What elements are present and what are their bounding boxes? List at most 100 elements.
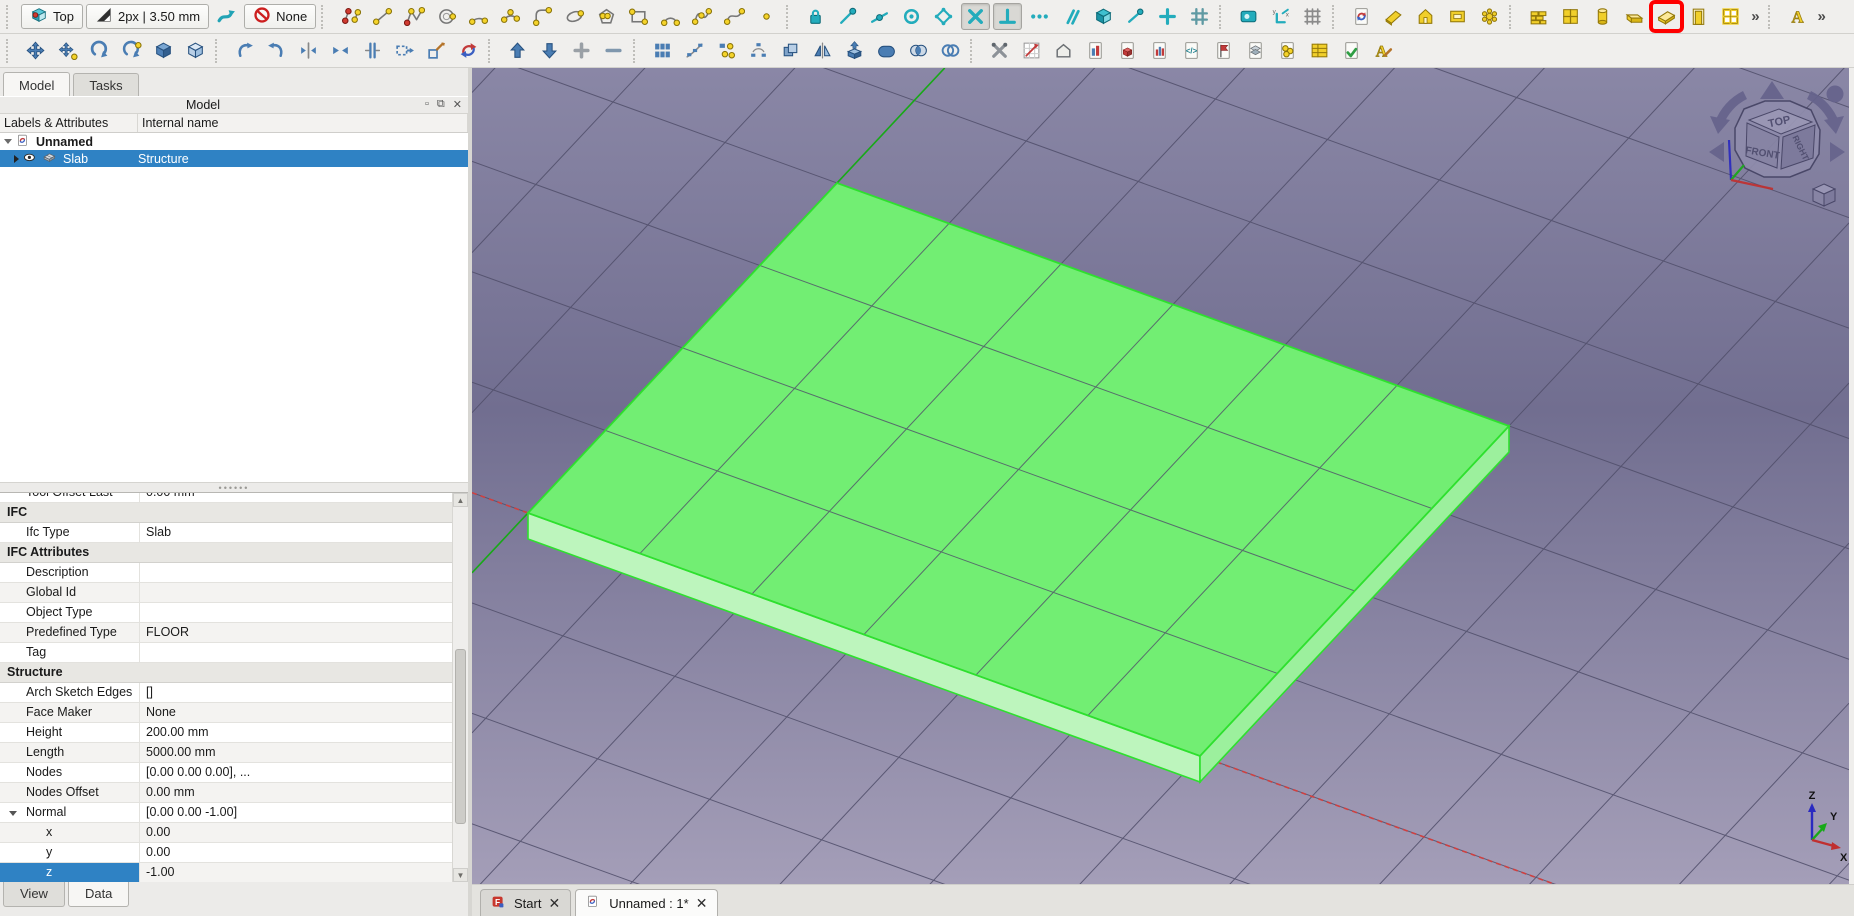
bim-report-icon[interactable] — [1145, 37, 1174, 64]
property-label[interactable]: Nodes Offset — [0, 783, 140, 802]
navcube-circle-icon[interactable] — [1827, 86, 1844, 103]
properties-scrollbar[interactable]: ▲ ▼ — [452, 493, 468, 882]
property-row-length[interactable]: Length5000.00 mm — [0, 743, 452, 763]
polar-array-icon[interactable] — [744, 37, 773, 64]
dock-minimize-icon[interactable]: ▫ — [425, 98, 429, 111]
property-label[interactable]: Global Id — [0, 583, 140, 602]
arch-door-icon[interactable] — [1684, 3, 1713, 30]
draft-fillet-icon[interactable] — [528, 3, 557, 30]
bim-schedule-icon[interactable] — [1305, 37, 1334, 64]
property-group-ifc-attributes[interactable]: IFC Attributes — [0, 543, 452, 563]
property-row-tool-offset-last[interactable]: Tool Offset Last0.00 mm — [0, 492, 452, 503]
expander-icon[interactable] — [9, 811, 17, 816]
snap-extension-icon[interactable] — [1025, 3, 1054, 30]
property-label[interactable]: Tag — [0, 643, 140, 662]
draft-bspline-icon[interactable] — [688, 3, 717, 30]
tree-item-document[interactable]: Unnamed — [0, 133, 468, 150]
property-row-arch-sketch-edges[interactable]: Arch Sketch Edges[] — [0, 683, 452, 703]
arch-site-icon[interactable] — [1475, 3, 1504, 30]
property-row-global-id[interactable]: Global Id — [0, 583, 452, 603]
dock-close-icon[interactable]: ✕ — [453, 98, 462, 111]
arch-curtain-wall-icon[interactable] — [1556, 3, 1585, 30]
point-array-icon[interactable] — [712, 37, 741, 64]
model-tree[interactable]: Unnamed Slab Structure — [0, 133, 468, 482]
property-value[interactable]: Slab — [140, 523, 452, 542]
draft-subrotate-icon[interactable] — [117, 37, 146, 64]
property-value[interactable]: [0.00 0.00 -1.00] — [140, 803, 452, 822]
arch-level-icon[interactable] — [1443, 3, 1472, 30]
draft-offset-icon[interactable] — [230, 37, 259, 64]
property-group-ifc[interactable]: IFC — [0, 503, 452, 523]
visibility-eye-icon[interactable] — [23, 151, 39, 167]
tab-start[interactable]: F Start ✕ — [480, 889, 571, 916]
scrollbar-thumb[interactable] — [455, 649, 466, 824]
close-icon[interactable]: ✕ — [696, 895, 708, 912]
3d-viewport[interactable]: TOP FRONT RIGHT Z Y X — [472, 68, 1854, 884]
union-icon[interactable] — [872, 37, 901, 64]
toolbar-extension-icon[interactable]: » — [1815, 8, 1829, 25]
draft-rectangle-icon[interactable] — [624, 3, 653, 30]
xor-icon[interactable] — [936, 37, 965, 64]
close-icon[interactable]: ✕ — [548, 895, 560, 912]
extrude-icon[interactable] — [840, 37, 869, 64]
property-label[interactable]: Face Maker — [0, 703, 140, 722]
scroll-down-icon[interactable]: ▼ — [453, 868, 468, 882]
property-row-ifc-type[interactable]: Ifc TypeSlab — [0, 523, 452, 543]
bim-material-icon[interactable] — [1273, 37, 1302, 64]
bim-project-manager-icon[interactable] — [1081, 37, 1110, 64]
draft-join-icon[interactable] — [326, 37, 355, 64]
draft-circle-icon[interactable] — [432, 3, 461, 30]
bim-layers-icon[interactable] — [1241, 37, 1270, 64]
property-label[interactable]: Ifc Type — [0, 523, 140, 542]
draft-line-icon[interactable] — [368, 3, 397, 30]
tree-column-labels[interactable]: Labels & Attributes — [0, 114, 138, 132]
property-label[interactable]: Description — [0, 563, 140, 582]
arch-project-icon[interactable] — [1379, 3, 1408, 30]
property-value[interactable]: 200.00 mm — [140, 723, 452, 742]
working-plane-icon[interactable]: yx — [1266, 3, 1295, 30]
property-value[interactable]: 0.00 mm — [140, 783, 452, 802]
navcube-body[interactable]: TOP FRONT RIGHT — [1735, 101, 1820, 177]
property-label[interactable]: Arch Sketch Edges — [0, 683, 140, 702]
property-value[interactable] — [140, 643, 452, 662]
draft-to-sketch-icon[interactable] — [422, 37, 451, 64]
expander-icon[interactable] — [4, 139, 12, 144]
property-label[interactable]: Normal — [0, 803, 140, 822]
navcube-mini-cube-icon[interactable] — [1813, 184, 1835, 206]
property-row-y[interactable]: y0.00 — [0, 843, 452, 863]
snap-near-icon[interactable] — [1121, 3, 1150, 30]
scroll-up-icon[interactable]: ▲ — [453, 493, 468, 507]
property-row-height[interactable]: Height200.00 mm — [0, 723, 452, 743]
toggle-grid-icon[interactable] — [1298, 3, 1327, 30]
snap-midpoint-icon[interactable] — [865, 3, 894, 30]
property-label[interactable]: Predefined Type — [0, 623, 140, 642]
common-icon[interactable] — [904, 37, 933, 64]
property-label[interactable]: Tool Offset Last — [0, 492, 140, 502]
property-row-object-type[interactable]: Object Type — [0, 603, 452, 623]
dock-float-icon[interactable]: ⧉ — [437, 98, 445, 111]
toolbar-extension-icon[interactable]: » — [1748, 8, 1762, 25]
property-row-nodes-offset[interactable]: Nodes Offset0.00 mm — [0, 783, 452, 803]
property-value[interactable]: 0.00 mm — [140, 492, 452, 502]
property-label[interactable]: Length — [0, 743, 140, 762]
draft-rotate-icon[interactable] — [85, 37, 114, 64]
remove-point-icon[interactable] — [599, 37, 628, 64]
property-value[interactable]: FLOOR — [140, 623, 452, 642]
annotation-styles-icon[interactable]: A — [1369, 37, 1398, 64]
property-row-nodes[interactable]: Nodes[0.00 0.00 0.00], ... — [0, 763, 452, 783]
snap-center-icon[interactable] — [897, 3, 926, 30]
snap-angle-icon[interactable] — [929, 3, 958, 30]
property-value[interactable]: 0.00 — [140, 843, 452, 862]
property-value[interactable] — [140, 603, 452, 622]
tab-model[interactable]: Model — [3, 72, 70, 96]
bim-tools-icon[interactable] — [985, 37, 1014, 64]
snap-perpendicular-icon[interactable] — [993, 3, 1022, 30]
ifc-document-icon[interactable] — [1347, 3, 1376, 30]
arch-slab-icon[interactable] — [1652, 3, 1681, 30]
snap-special-icon[interactable] — [1153, 3, 1182, 30]
snap-dimensions-icon[interactable] — [1234, 3, 1263, 30]
property-value[interactable]: 5000.00 mm — [140, 743, 452, 762]
draft-trimex-icon[interactable] — [262, 37, 291, 64]
property-label[interactable]: y — [0, 843, 140, 862]
property-value[interactable] — [140, 583, 452, 602]
